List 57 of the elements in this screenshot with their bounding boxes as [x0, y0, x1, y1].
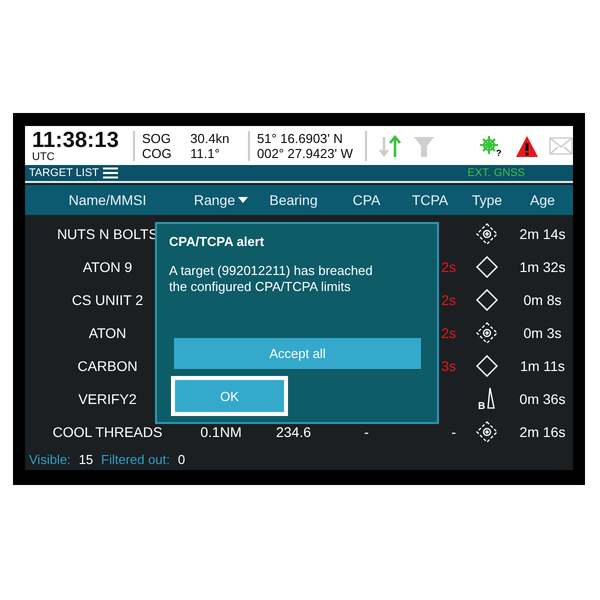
filtered-count: 0	[178, 452, 186, 466]
table-cell[interactable]: ATON 9	[82, 258, 132, 274]
menu-icon[interactable]	[102, 167, 118, 179]
table-cell: 234.6	[276, 424, 312, 440]
table-cell: 2s	[441, 324, 456, 340]
table-cell: -	[451, 424, 456, 440]
table-cell: 0m 3s	[523, 324, 562, 340]
diamond-icon	[476, 288, 498, 310]
latitude: 51° 16.6903' N	[257, 130, 344, 146]
envelope-icon[interactable]	[549, 136, 574, 156]
table-cell: 0m 36s	[520, 390, 566, 406]
down-arrow-icon	[379, 134, 390, 156]
table-cell: 1m 11s	[520, 358, 565, 374]
panel-title: TARGET LIST	[29, 167, 99, 179]
column-header[interactable]: Name/MMSI	[25, 185, 190, 215]
table-cell: 3s	[441, 358, 456, 374]
table-cell[interactable]: ATON	[88, 324, 126, 340]
column-header[interactable]: Type	[462, 185, 512, 215]
up-arrow-icon	[389, 134, 402, 156]
table-cell[interactable]: CARBON	[78, 358, 138, 374]
funnel-icon	[413, 134, 436, 156]
sog-value: 30.4kn	[190, 130, 230, 146]
table-cell[interactable]: COOL THREADS	[52, 424, 162, 440]
column-header[interactable]: Bearing	[252, 185, 335, 215]
timezone-label: UTC	[32, 152, 56, 162]
aid-to-navigation-icon	[476, 420, 498, 442]
visible-label: Visible:	[29, 452, 71, 466]
table-cell: 0.1NM	[200, 424, 242, 440]
column-header[interactable]: CPA	[335, 185, 398, 215]
table-cell[interactable]: CS UNIIT 2	[72, 292, 144, 308]
column-header[interactable]: TCPA	[398, 185, 462, 215]
gnss-source-label: EXT. GNSS	[468, 167, 525, 179]
table-cell: 2s	[441, 258, 456, 274]
column-header[interactable]: Age	[512, 185, 573, 215]
diamond-icon	[476, 256, 498, 278]
table-cell[interactable]: VERIFY2	[78, 390, 137, 406]
filtered-label: Filtered out:	[101, 452, 170, 466]
cog-label: COG	[142, 146, 173, 160]
table-cell: 0m 8s	[523, 292, 562, 308]
visible-count: 15	[78, 452, 94, 466]
table-cell: 1m 32s	[520, 258, 566, 274]
table-cell: 2m 16s	[520, 424, 566, 440]
cog-value: 11.1°	[190, 146, 221, 160]
sog-label: SOG	[142, 130, 172, 146]
dialog-title: CPA/TCPA alert	[169, 234, 266, 249]
aid-to-navigation-icon	[476, 322, 498, 344]
diamond-icon	[476, 354, 498, 376]
table-cell: 2m 14s	[520, 226, 566, 242]
warning-icon[interactable]	[515, 134, 540, 156]
sort-caret-icon	[238, 197, 248, 203]
aid-to-navigation-icon	[476, 222, 498, 244]
longitude: 002° 27.9423' W	[257, 146, 354, 160]
dialog-message: A target (992012211) has breached the configured CPA/TCPA limits	[169, 263, 374, 296]
clock-time: 11:38:13	[32, 128, 120, 150]
table-cell: 2s	[441, 292, 456, 308]
table-cell: -	[364, 424, 369, 440]
column-header[interactable]: Range	[190, 185, 252, 215]
